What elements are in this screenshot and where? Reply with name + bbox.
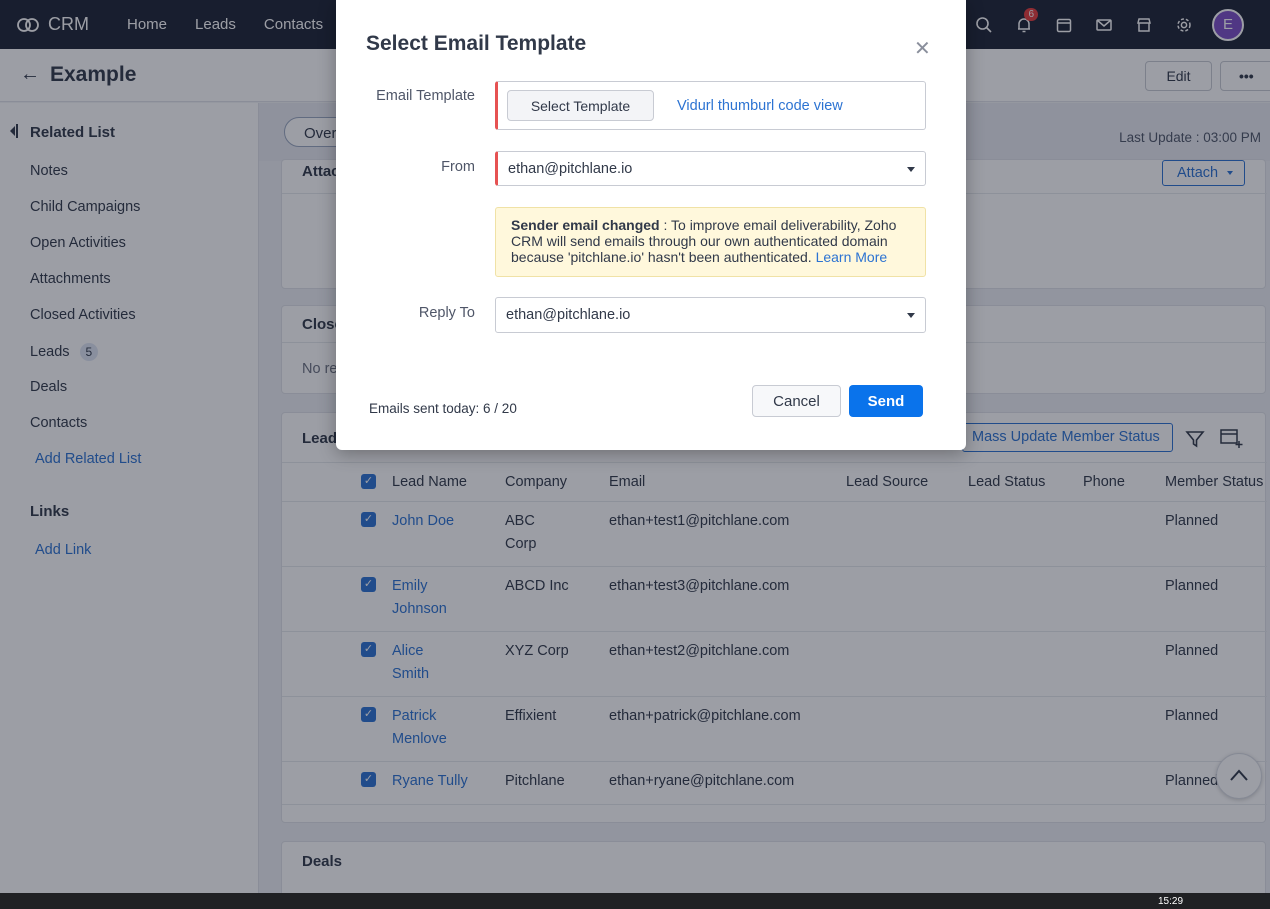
- cancel-button[interactable]: Cancel: [752, 385, 841, 417]
- select-email-template-dialog: Select Email Template ✕ Email Template S…: [336, 0, 966, 450]
- reply-to-value: ethan@pitchlane.io: [506, 307, 631, 323]
- send-button[interactable]: Send: [849, 385, 923, 417]
- selected-template-link[interactable]: Vidurl thumburl code view: [677, 98, 843, 114]
- taskbar-clock: 15:29: [1158, 896, 1184, 907]
- email-template-field: Select Template Vidurl thumburl code vie…: [495, 81, 926, 130]
- reply-to-select[interactable]: ethan@pitchlane.io: [495, 297, 926, 333]
- select-template-button[interactable]: Select Template: [507, 90, 654, 121]
- dropdown-caret-icon: [907, 313, 915, 318]
- sender-email-notice: Sender email changed : To improve email …: [495, 207, 926, 277]
- from-select[interactable]: ethan@pitchlane.io: [495, 151, 926, 186]
- learn-more-link[interactable]: Learn More: [816, 249, 888, 265]
- dropdown-caret-icon: [907, 167, 915, 172]
- reply-to-label: Reply To: [418, 305, 475, 321]
- from-value: ethan@pitchlane.io: [508, 161, 633, 177]
- dialog-title: Select Email Template: [366, 32, 587, 55]
- notice-heading: Sender email changed: [511, 217, 660, 233]
- close-icon[interactable]: ✕: [914, 36, 931, 61]
- from-label: From: [441, 159, 475, 175]
- os-taskbar: 15:29: [0, 893, 1270, 909]
- emails-sent-counter: Emails sent today: 6 / 20: [369, 401, 517, 416]
- email-template-label: Email Template: [376, 88, 475, 104]
